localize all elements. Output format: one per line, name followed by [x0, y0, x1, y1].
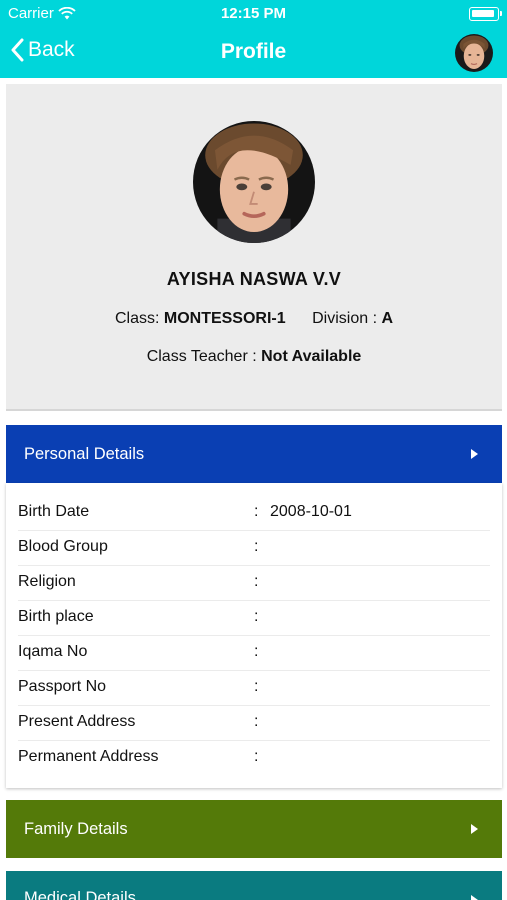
page-title: Profile — [220, 40, 287, 63]
status-time: 12:15 PM — [220, 5, 287, 22]
class-teacher-line: Class Teacher : Not Available — [6, 348, 502, 366]
personal-details-header[interactable]: Personal Details — [6, 425, 502, 483]
detail-value: 2008-10-01 — [270, 503, 352, 520]
detail-colon: : — [254, 643, 259, 660]
detail-label: Permanent Address — [18, 748, 159, 765]
detail-row-birth-date: Birth Date : 2008-10-01 — [18, 496, 490, 531]
detail-row-birth-place: Birth place : — [18, 601, 490, 636]
family-details-label: Family Details — [24, 819, 128, 838]
profile-photo-image — [193, 121, 315, 243]
avatar[interactable] — [455, 34, 493, 72]
detail-colon: : — [254, 503, 259, 520]
detail-label: Birth place — [18, 608, 94, 625]
class-division-line: Class: MONTESSORI-1 Division : A — [6, 310, 502, 328]
detail-colon: : — [254, 538, 259, 555]
detail-colon: : — [254, 678, 259, 695]
division-value: A — [381, 310, 394, 327]
detail-row-blood-group: Blood Group : — [18, 531, 490, 566]
medical-details-label: Medical Details — [24, 889, 136, 900]
family-details-header[interactable]: Family Details — [6, 800, 502, 858]
profile-card: AYISHA NASWA V.V Class: MONTESSORI-1 Div… — [6, 84, 502, 411]
detail-label: Blood Group — [18, 538, 108, 555]
medical-details-header[interactable]: Medical Details — [6, 871, 502, 900]
detail-row-passport-no: Passport No : — [18, 671, 490, 706]
detail-label: Passport No — [18, 678, 107, 695]
detail-label: Religion — [18, 573, 76, 590]
detail-colon: : — [254, 608, 259, 625]
detail-row-permanent-address: Permanent Address : — [18, 741, 490, 776]
profile-photo — [193, 121, 315, 243]
class-value: MONTESSORI-1 — [163, 310, 286, 327]
student-name: AYISHA NASWA V.V — [166, 269, 342, 289]
detail-row-religion: Religion : — [18, 566, 490, 601]
status-bar: Carrier 12:15 PM — [0, 0, 507, 28]
personal-details-panel: Birth Date : 2008-10-01 Blood Group : Re… — [6, 483, 502, 788]
triangle-right-icon — [471, 895, 478, 900]
detail-label: Present Address — [18, 713, 136, 730]
nav-bar: Back Profile — [0, 28, 507, 78]
personal-details-label: Personal Details — [24, 444, 145, 463]
triangle-right-icon — [471, 449, 478, 459]
detail-colon: : — [254, 573, 259, 590]
division-label: Division : — [312, 310, 378, 327]
detail-row-iqama-no: Iqama No : — [18, 636, 490, 671]
detail-label: Birth Date — [18, 503, 90, 520]
triangle-right-icon — [471, 824, 478, 834]
detail-colon: : — [254, 748, 259, 765]
detail-row-present-address: Present Address : — [18, 706, 490, 741]
avatar-image — [455, 34, 493, 72]
teacher-label: Class Teacher : — [146, 348, 257, 365]
battery-icon — [469, 7, 502, 21]
teacher-value: Not Available — [261, 348, 362, 365]
class-label: Class: — [114, 310, 160, 327]
detail-colon: : — [254, 713, 259, 730]
detail-label: Iqama No — [18, 643, 88, 660]
